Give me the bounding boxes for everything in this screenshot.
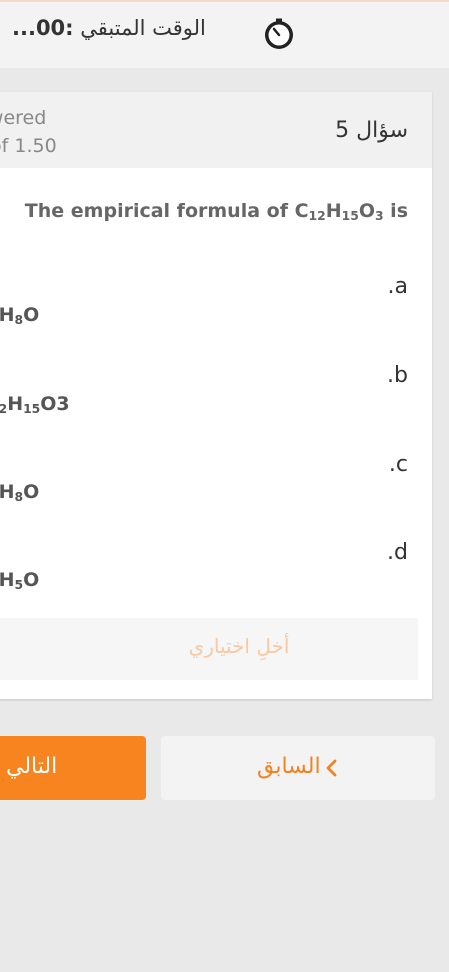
status-answered: swered bbox=[0, 107, 47, 129]
timer-label: الوقت المتبقي bbox=[80, 16, 206, 40]
next-button[interactable]: التالي bbox=[0, 736, 146, 800]
question-text-prefix: The empirical formula of C bbox=[24, 200, 309, 222]
timer-value: :00... bbox=[12, 16, 74, 40]
clear-choice-label: أخلِ اختياري bbox=[188, 634, 290, 658]
option-c-value[interactable]: 5H8O bbox=[0, 481, 39, 504]
option-b-value[interactable]: 12H15O3 bbox=[0, 393, 70, 416]
question-text-suffix: is bbox=[383, 200, 408, 222]
previous-label: السابق bbox=[257, 754, 321, 779]
option-b-letter[interactable]: .b bbox=[387, 363, 408, 388]
next-label: التالي bbox=[6, 754, 58, 779]
option-a-letter[interactable]: .a bbox=[388, 274, 408, 299]
clear-choice-button[interactable]: أخلِ اختياري bbox=[0, 618, 418, 680]
stopwatch-icon bbox=[265, 18, 293, 49]
status-points: of 1.50 bbox=[0, 135, 57, 157]
top-bar: الوقت المتبقي :00... bbox=[0, 0, 449, 68]
question-card: swered of 1.50 سؤال 5 The empirical form… bbox=[0, 92, 432, 699]
question-header: swered of 1.50 سؤال 5 bbox=[0, 92, 432, 168]
chevron-left-icon bbox=[326, 759, 337, 777]
time-remaining: الوقت المتبقي :00... bbox=[12, 16, 206, 40]
option-a-value[interactable]: 6H8O bbox=[0, 304, 39, 327]
previous-button[interactable]: السابق bbox=[161, 736, 435, 800]
option-d-letter[interactable]: .d bbox=[387, 540, 408, 565]
question-status: swered of 1.50 bbox=[0, 104, 57, 160]
option-c-letter[interactable]: .c bbox=[389, 452, 408, 477]
option-d-value[interactable]: 4H5O bbox=[0, 569, 39, 592]
question-text: The empirical formula of C12H15O3 is bbox=[24, 200, 408, 224]
question-number: سؤال 5 bbox=[335, 118, 408, 143]
